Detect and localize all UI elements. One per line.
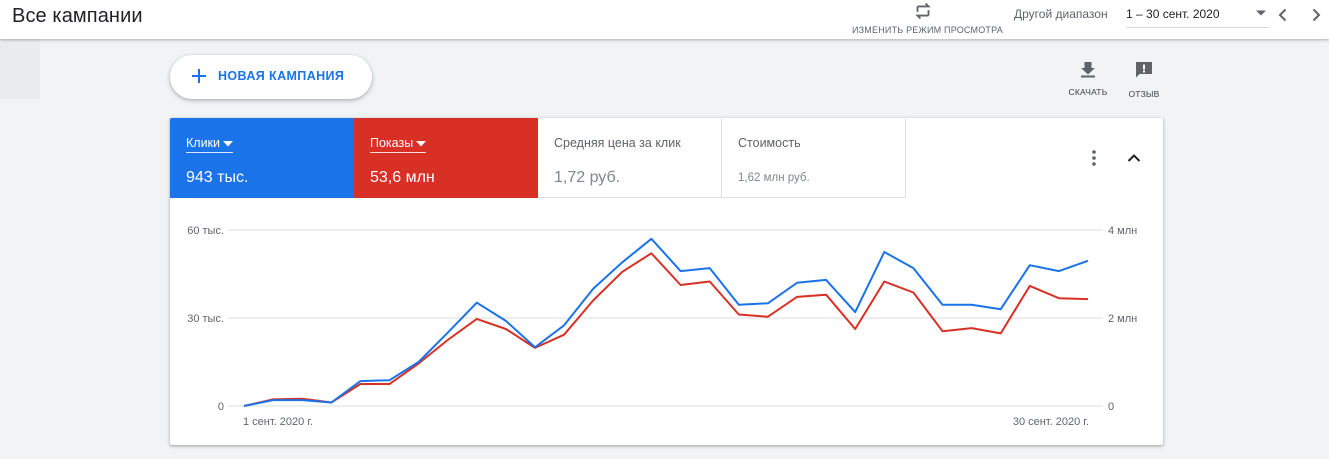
performance-chart: 0 0 30 тыс. 2 млн 60 тыс. 4 млн 1 сент. 2020 г… <box>187 225 1137 428</box>
feedback-icon <box>1136 62 1152 78</box>
chevron-up-icon <box>1127 154 1141 162</box>
new-campaign-label: НОВАЯ КАМПАНИЯ <box>218 69 345 83</box>
x-axis-end-label: 30 сент. 2020 г. <box>1013 416 1089 428</box>
feedback-label: ОТЗЫВ <box>1128 89 1160 99</box>
new-campaign-button[interactable]: НОВАЯ КАМПАНИЯ <box>170 55 372 99</box>
right-axis-tick-label: 4 млн <box>1108 225 1137 237</box>
metric-avg-cpc-label: Средняя цена за клик <box>554 136 681 150</box>
left-panel-edge <box>0 39 40 99</box>
dropdown-arrow-icon <box>1256 10 1266 16</box>
feedback-button[interactable]: ОТЗЫВ <box>1120 58 1168 100</box>
right-axis-tick-label: 0 <box>1108 401 1114 413</box>
x-axis-start-label: 1 сент. 2020 г. <box>243 416 313 428</box>
metric-impressions-selector[interactable]: Показы <box>370 136 427 153</box>
metric-avg-cpc[interactable]: Средняя цена за клик 1,72 руб. <box>538 118 722 198</box>
swap-icon <box>915 2 931 20</box>
right-axis-tick-label: 2 млн <box>1108 313 1137 325</box>
metric-cost-value: 1,62 млн руб. <box>738 172 810 184</box>
series-line-impressions <box>243 252 1089 407</box>
metric-impressions[interactable]: Показы 53,6 млн <box>354 118 538 198</box>
dropdown-arrow-icon <box>223 140 234 147</box>
date-range-label: Другой диапазон <box>1014 7 1108 21</box>
date-range-value: 1 – 30 сент. 2020 <box>1126 7 1220 21</box>
metric-clicks-label: Клики <box>186 136 221 150</box>
next-period-button[interactable] <box>1306 5 1326 25</box>
metric-clicks-selector[interactable]: Клики <box>186 136 234 153</box>
more-options-button[interactable] <box>1084 148 1104 168</box>
chevron-right-icon <box>1312 8 1321 22</box>
left-axis-tick-label: 30 тыс. <box>187 313 224 325</box>
download-button[interactable]: СКАЧАТЬ <box>1064 58 1112 100</box>
series-line-clicks <box>243 237 1089 407</box>
plus-icon <box>192 69 206 83</box>
download-icon <box>1081 62 1095 78</box>
metric-avg-cpc-value: 1,72 руб. <box>554 169 621 186</box>
page-title: Все кампании <box>12 5 143 27</box>
metric-impressions-value: 53,6 млн <box>370 169 435 186</box>
more-vert-icon <box>1092 150 1096 166</box>
collapse-chart-button[interactable] <box>1124 148 1144 168</box>
change-view-mode-label: ИЗМЕНИТЬ РЕЖИМ ПРОСМОТРА <box>852 25 1003 35</box>
left-axis-tick-label: 0 <box>218 401 224 413</box>
download-label: СКАЧАТЬ <box>1068 87 1108 97</box>
metric-clicks-value: 943 тыс. <box>186 169 249 186</box>
metric-cost[interactable]: Стоимость 1,62 млн руб. <box>722 118 906 198</box>
metric-impressions-label: Показы <box>370 136 414 150</box>
dropdown-arrow-icon <box>416 140 427 147</box>
previous-period-button[interactable] <box>1273 5 1293 25</box>
left-axis-tick-label: 60 тыс. <box>187 225 224 237</box>
chevron-left-icon <box>1278 8 1287 22</box>
date-range-select[interactable]: 1 – 30 сент. 2020 <box>1126 3 1269 28</box>
metric-clicks[interactable]: Клики 943 тыс. <box>170 118 354 198</box>
change-view-mode-button[interactable]: ИЗМЕНИТЬ РЕЖИМ ПРОСМОТРА <box>852 0 1003 39</box>
metric-cost-label: Стоимость <box>738 136 801 150</box>
performance-card: Клики 943 тыс. Показы 53,6 млн Средняя ц… <box>170 118 1163 445</box>
top-bar: Все кампании ИЗМЕНИТЬ РЕЖИМ ПРОСМОТРА Др… <box>0 0 1329 39</box>
